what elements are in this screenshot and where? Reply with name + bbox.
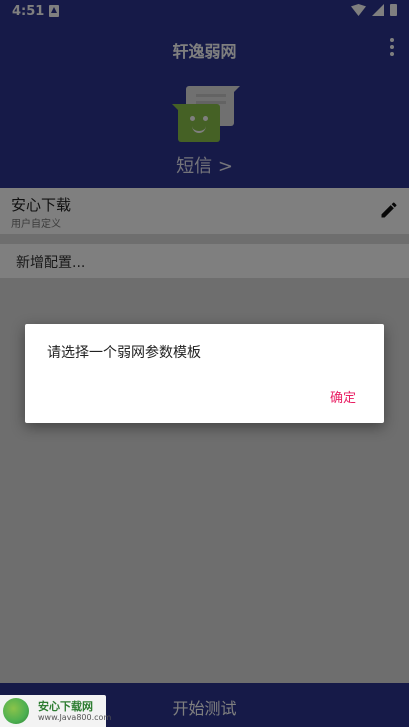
dialog-message: 请选择一个弱网参数模板 — [47, 345, 201, 361]
watermark-logo-icon — [3, 698, 29, 724]
watermark-url: www.Java800.com — [38, 713, 112, 722]
alert-dialog: 请选择一个弱网参数模板 确定 — [25, 324, 384, 423]
watermark: 安心下载网 www.Java800.com — [0, 695, 111, 727]
watermark-title: 安心下载网 — [38, 700, 93, 713]
app-root: 4:51 轩逸弱网 短信 > 安心下载 用户自定义 — [0, 0, 409, 727]
dialog-ok-button[interactable]: 确定 — [330, 387, 356, 406]
